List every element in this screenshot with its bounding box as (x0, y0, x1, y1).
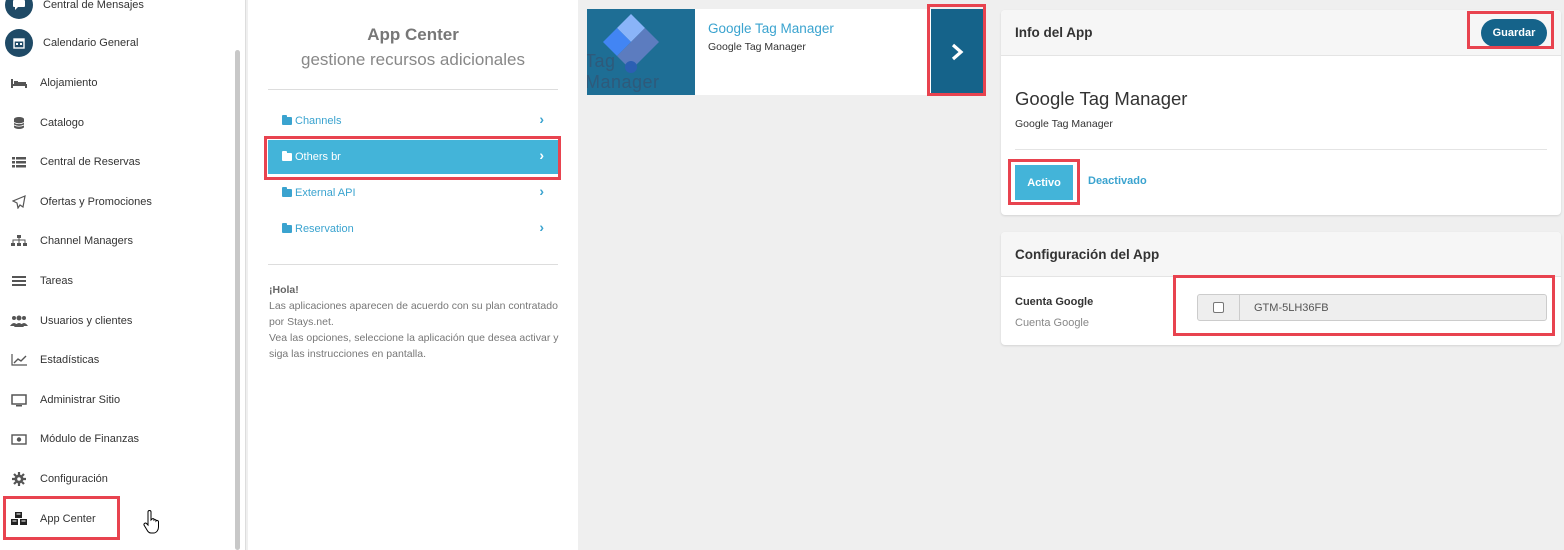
sidebar-item-administrar-sitio[interactable]: Administrar Sitio (0, 385, 230, 415)
divider (268, 89, 558, 90)
app-thumb-text: Tag Manager (587, 51, 660, 92)
enable-checkbox[interactable] (1213, 302, 1224, 313)
save-button[interactable]: Guardar (1481, 19, 1547, 47)
sidebar-item-label: Catalogo (40, 117, 85, 129)
sidebar-item-catalogo[interactable]: Catalogo (0, 108, 230, 138)
sidebar-item-central-de-reservas[interactable]: Central de Reservas (0, 147, 230, 177)
category-reservation[interactable]: Reservation › (268, 212, 558, 246)
app-card-subtitle: Google Tag Manager (708, 41, 806, 53)
chevron-right-icon: › (539, 219, 544, 235)
app-description: Google Tag Manager (1015, 118, 1113, 130)
active-button[interactable]: Activo (1015, 165, 1073, 200)
category-label: External API (295, 187, 356, 199)
sidebar-item-configuracion[interactable]: Configuración (0, 464, 230, 494)
sidebar-item-channel-managers[interactable]: Channel Managers (0, 226, 230, 256)
category-channels[interactable]: Channels › (268, 104, 558, 138)
google-account-value: GTM-5LH36FB (1254, 301, 1329, 314)
sidebar-item-central-de-mensajes[interactable]: Central de Mensajes (0, 0, 230, 20)
sidebar-item-label: Central de Mensajes (43, 0, 144, 11)
folder-icon (282, 187, 292, 197)
sitemap-icon (10, 232, 28, 250)
folder-icon (282, 151, 292, 161)
app-info-panel: Info del App Guardar Google Tag Manager … (1001, 10, 1561, 215)
help-title: ¡Hola! (269, 284, 299, 296)
app-config-panel: Configuración del App Cuenta Google Cuen… (1001, 232, 1561, 345)
sidebar-item-label: Channel Managers (40, 235, 133, 247)
chevron-right-icon: › (539, 147, 544, 163)
database-icon (10, 114, 28, 132)
sidebar-item-label: Usuarios y clientes (40, 315, 133, 327)
chat-icon (5, 0, 33, 19)
gear-icon (10, 470, 28, 488)
sidebar-item-calendario-general[interactable]: Calendario General (0, 28, 230, 58)
checkbox-addon (1198, 295, 1240, 320)
monitor-icon (10, 391, 28, 409)
line-chart-icon (10, 351, 28, 369)
divider (268, 264, 558, 265)
deactivate-button[interactable]: Deactivado (1088, 175, 1147, 187)
folder-icon (282, 115, 292, 125)
sidebar-item-label: Módulo de Finanzas (40, 433, 140, 445)
money-icon (10, 430, 28, 448)
category-external-api[interactable]: External API › (268, 176, 558, 210)
app-card[interactable]: Tag Manager Google Tag Manager Google Ta… (587, 9, 983, 95)
category-others-br[interactable]: Others br › (268, 140, 558, 174)
sidebar-item-label: Estadísticas (40, 354, 100, 366)
field-label: Cuenta Google (1015, 296, 1094, 308)
sidebar-item-usuarios-y-clientes[interactable]: Usuarios y clientes (0, 306, 230, 336)
sidebar: Central de Mensajes Calendario General A… (0, 0, 246, 550)
sidebar-item-tareas[interactable]: Tareas (0, 266, 230, 296)
app-card-title[interactable]: Google Tag Manager (708, 21, 834, 36)
sidebar-item-modulo-de-finanzas[interactable]: Módulo de Finanzas (0, 424, 230, 454)
sidebar-item-label: Central de Reservas (40, 156, 141, 168)
cubes-icon (10, 510, 28, 528)
users-icon (10, 312, 28, 330)
sidebar-scrollbar[interactable] (235, 50, 240, 550)
app-info-header: Info del App Guardar (1001, 10, 1561, 56)
app-name: Google Tag Manager (1015, 88, 1188, 109)
category-label: Reservation (295, 223, 354, 235)
google-tag-manager-logo: Tag Manager (587, 9, 695, 95)
open-app-button[interactable] (931, 9, 983, 95)
divider (1015, 149, 1547, 150)
list-icon (10, 153, 28, 171)
hand-cursor-icon (143, 510, 159, 534)
sidebar-item-label: Administrar Sitio (40, 394, 121, 406)
chevron-right-icon: › (539, 183, 544, 199)
panel-title: Info del App (1015, 25, 1093, 40)
sidebar-item-label: App Center (40, 513, 96, 525)
tasks-icon (10, 272, 28, 290)
panel-title: Configuración del App (1015, 247, 1160, 262)
app-center-panel: App Center gestione recursos adicionales… (248, 0, 578, 550)
field-help: Cuenta Google (1015, 317, 1089, 329)
help-line: Las aplicaciones aparecen de acuerdo con… (269, 300, 558, 328)
sidebar-item-label: Alojamiento (40, 77, 98, 89)
sidebar-item-ofertas-y-promociones[interactable]: Ofertas y Promociones (0, 187, 230, 217)
help-text: ¡Hola! Las aplicaciones aparecen de acue… (269, 282, 569, 362)
google-account-field[interactable]: GTM-5LH36FB (1197, 294, 1547, 321)
category-label: Others br (295, 151, 341, 163)
sidebar-item-label: Tareas (40, 275, 74, 287)
chevron-right-icon: › (539, 111, 544, 127)
folder-icon (282, 223, 292, 233)
category-label: Channels (295, 115, 342, 127)
chevron-right-icon (951, 43, 964, 61)
help-line: Vea las opciones, seleccione la aplicaci… (269, 332, 559, 360)
page-title: App Center (367, 25, 459, 44)
paper-plane-icon (10, 193, 28, 211)
sidebar-item-alojamiento[interactable]: Alojamiento (0, 68, 230, 98)
app-config-header: Configuración del App (1001, 232, 1561, 277)
sidebar-item-estadisticas[interactable]: Estadísticas (0, 345, 230, 375)
calendar-icon (5, 29, 33, 57)
sidebar-item-label: Calendario General (43, 37, 139, 49)
bed-icon (10, 74, 28, 92)
sidebar-item-app-center[interactable]: App Center (0, 504, 230, 534)
sidebar-item-label: Configuración (40, 473, 108, 485)
page-subtitle: gestione recursos adicionales (301, 50, 525, 69)
sidebar-item-label: Ofertas y Promociones (40, 196, 152, 208)
